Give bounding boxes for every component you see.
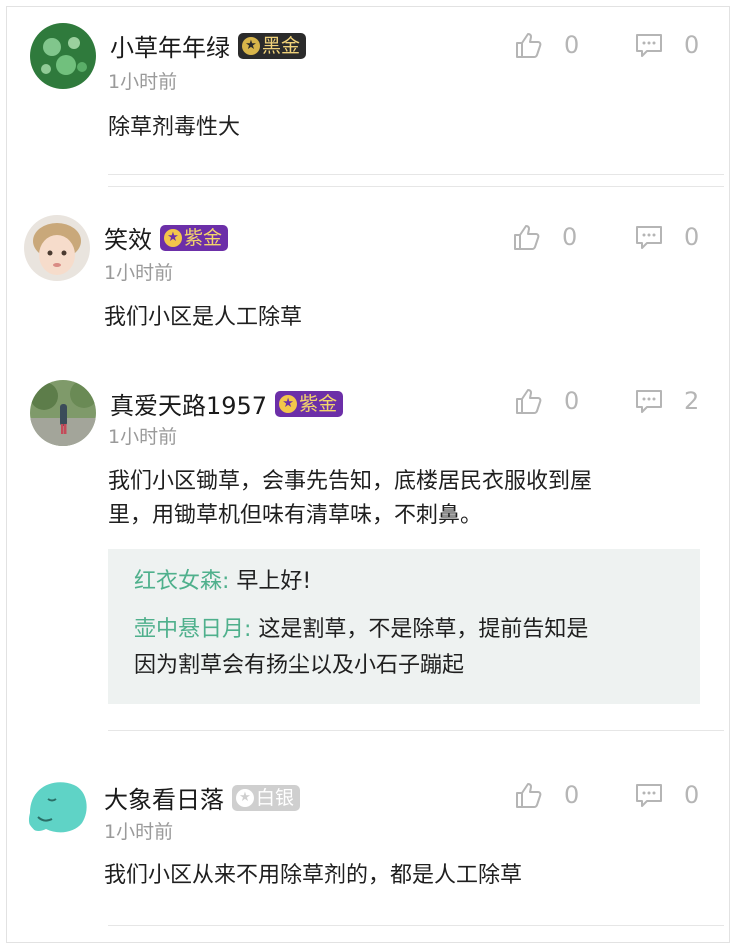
level-badge: ★ 紫金 [160,224,229,251]
reply-count: 0 [684,31,700,59]
like-button[interactable]: 0 [514,386,579,416]
like-button[interactable]: 0 [514,780,579,810]
like-count: 0 [564,781,580,809]
reply-text: 早上好! [236,569,312,594]
comment-text: 除草剂毒性大 [108,115,241,140]
username[interactable]: 笑效 ★ 紫金 [104,220,229,255]
avatar[interactable] [30,23,96,89]
reply-author[interactable]: 红衣女森: [134,569,229,594]
like-button[interactable]: 0 [512,222,577,252]
like-count: 0 [564,31,580,59]
timestamp: 1小时前 [104,262,174,284]
username[interactable]: 真爱天路1957 ★ 紫金 [110,386,344,421]
reply-button[interactable]: 0 [634,780,699,810]
reply-text-line: 因为割草会有扬尘以及小石子蹦起 [134,653,465,678]
comment-text-line: 我们小区锄草，会事先告知，底楼居民衣服收到屋 [108,469,593,494]
timestamp: 1小时前 [108,426,178,448]
thumbs-up-icon [516,783,542,808]
comment-text-line: 里，用锄草机但味有清草味，不刺鼻。 [108,503,483,528]
sub-reply: 红衣女森: 早上好! [134,563,311,601]
comment-icon [636,784,662,807]
avatar[interactable] [30,380,96,446]
level-badge: ★ 白银 [232,784,301,811]
sub-reply: 壶中悬日月: 这是割草，不是除草，提前告知是 [134,611,588,649]
sub-reply-box[interactable]: 红衣女森: 早上好! 壶中悬日月: 这是割草，不是除草，提前告知是 因为割草会有… [108,549,700,704]
like-count: 0 [562,223,578,251]
timestamp: 1小时前 [108,71,178,93]
thumbs-up-icon [516,389,542,414]
avatar[interactable] [24,773,90,839]
username[interactable]: 大象看日落 ★ 白银 [104,780,301,815]
reply-button[interactable]: 2 [634,386,699,416]
star-icon: ★ [242,36,260,55]
comment-text: 我们小区是人工除草 [104,305,303,330]
avatar[interactable] [24,215,90,281]
divider [108,186,724,187]
thumbs-up-icon [516,33,542,58]
reply-count: 0 [684,223,700,251]
comment-icon [636,34,662,57]
divider [108,174,724,175]
comment-icon [636,390,662,413]
star-icon: ★ [279,394,298,413]
like-button[interactable]: 0 [514,30,579,60]
comment-text: 我们小区从来不用除草剂的，都是人工除草 [104,863,523,888]
level-badge: ★ 紫金 [275,390,344,417]
star-icon: ★ [164,228,182,247]
reply-button[interactable]: 0 [634,30,699,60]
reply-count: 2 [684,387,700,415]
divider [108,730,724,731]
star-icon: ★ [236,788,254,807]
reply-text-line: 这是割草，不是除草，提前告知是 [258,617,589,642]
reply-author[interactable]: 壶中悬日月: [134,617,251,642]
like-count: 0 [564,387,580,415]
username[interactable]: 小草年年绿 ★ 黑金 [110,28,307,63]
comment-icon [636,226,662,249]
thumbs-up-icon [514,225,540,250]
timestamp: 1小时前 [104,821,174,843]
reply-button[interactable]: 0 [634,222,699,252]
level-badge: ★ 黑金 [238,32,307,59]
reply-count: 0 [684,781,700,809]
divider [108,925,724,926]
